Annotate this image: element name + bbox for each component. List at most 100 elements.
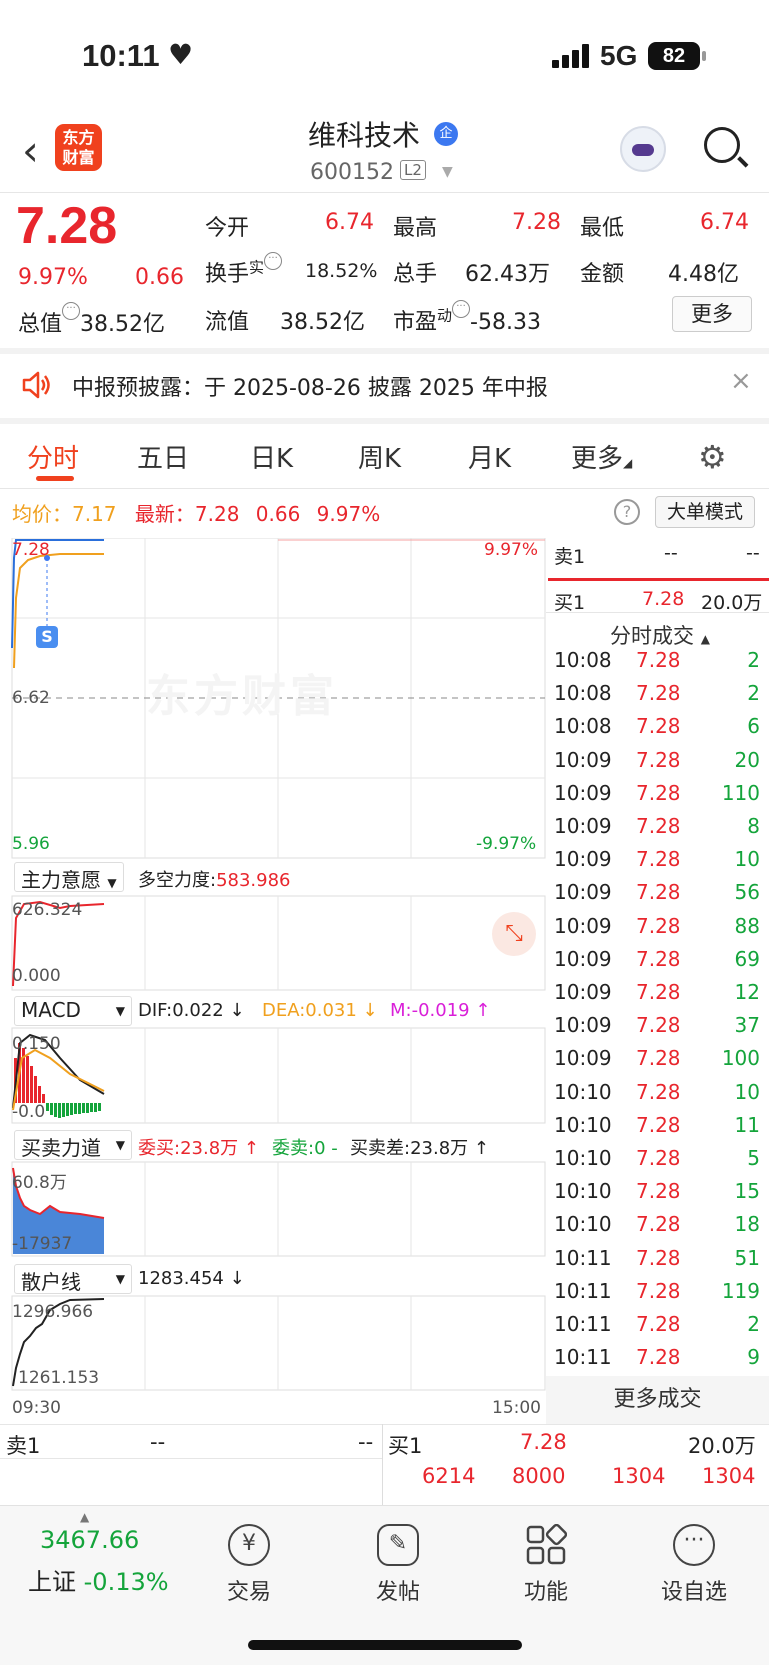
more-dots-icon[interactable]: ···: [452, 300, 471, 318]
book-separator: [382, 1424, 383, 1506]
nav-trade-label: 交易: [226, 1580, 271, 1605]
divider: [0, 1458, 382, 1459]
nav-post[interactable]: ✎ 发帖: [343, 1524, 453, 1606]
trade-time: 10:11: [554, 1345, 612, 1370]
low-value: 6.74: [700, 210, 749, 235]
level2-badge[interactable]: L2: [400, 160, 426, 180]
indicator-selector-buysell[interactable]: 买卖力道 ▼: [14, 1130, 132, 1160]
trade-row: 10:09 7.28 10: [554, 847, 760, 880]
turnover-sup: 实: [249, 258, 265, 277]
expand-icon[interactable]: ⤡: [492, 912, 536, 956]
assistant-robot-icon[interactable]: [620, 126, 666, 172]
search-icon[interactable]: [704, 127, 740, 163]
big-order-mode-button[interactable]: 大单模式: [655, 496, 755, 528]
trade-time: 10:09: [554, 780, 612, 805]
volume-label: 总手: [393, 262, 438, 287]
caret-up-icon: ▲: [700, 632, 710, 646]
main-force-bottom: 0.000: [12, 966, 61, 986]
nav-functions[interactable]: 功能: [491, 1523, 601, 1606]
bottom-sell1-price: --: [150, 1430, 166, 1454]
notice-bar[interactable]: 中报预披露：于 2025-08-26 披露 2025 年中报 ×: [0, 354, 769, 416]
trade-volume: 2: [747, 1312, 760, 1336]
pct-axis-bottom: -9.97%: [476, 834, 537, 854]
trade-price: 7.28: [636, 1112, 681, 1137]
trade-time: 10:08: [554, 648, 612, 672]
amount-label: 金额: [580, 262, 625, 287]
more-dots-icon[interactable]: ···: [264, 252, 283, 270]
trade-volume: 11: [734, 1112, 760, 1137]
bottom-buy1-label: 买1: [388, 1434, 423, 1458]
tab-intraday[interactable]: 分时: [27, 438, 79, 475]
trade-row: 10:11 7.28 2: [554, 1312, 760, 1345]
index-value[interactable]: 3467.66: [40, 1526, 139, 1554]
trade-volume: 20: [734, 747, 760, 772]
divider: [0, 1424, 769, 1425]
trade-time: 10:11: [554, 1245, 612, 1270]
index-row[interactable]: 上证 -0.13%: [28, 1562, 169, 1597]
more-trades-button[interactable]: 更多成交: [546, 1376, 769, 1424]
indicator-selector-macd[interactable]: MACD ▼: [14, 996, 132, 1026]
edit-icon: ✎: [377, 1524, 419, 1566]
caret-up-icon[interactable]: ▲: [80, 1510, 89, 1524]
index-name: 上证: [28, 1568, 76, 1596]
app-logo[interactable]: 东方 财富: [55, 124, 102, 171]
indicator-name: 主力意愿: [21, 868, 101, 892]
status-time: 10:11: [82, 38, 160, 73]
time-axis-start: 09:30: [12, 1398, 61, 1418]
time-axis-end: 15:00: [492, 1398, 541, 1418]
stock-code: 600152: [310, 160, 394, 185]
more-dots-icon[interactable]: ···: [62, 302, 81, 320]
trade-row: 10:09 7.28 100: [554, 1046, 760, 1079]
strategy-marker[interactable]: S: [36, 626, 58, 648]
buysell-sell: 委卖:0 -: [272, 1138, 338, 1159]
trade-time: 10:10: [554, 1146, 612, 1170]
index-change: -0.13%: [83, 1568, 169, 1596]
indicator-selector-retail[interactable]: 散户线 ▼: [14, 1264, 132, 1294]
main-force-top: 626.324: [12, 900, 83, 920]
home-indicator[interactable]: [248, 1640, 522, 1650]
caret-down-icon: ◢: [623, 456, 633, 470]
tab-five-day[interactable]: 五日: [137, 438, 189, 475]
tab-weekly-k[interactable]: 周K: [358, 438, 401, 475]
trade-volume: 2: [747, 681, 760, 706]
trade-price: 7.28: [636, 1278, 681, 1303]
price-axis-top: 7.28: [12, 540, 50, 560]
open-value: 6.74: [325, 210, 374, 235]
turnover-row[interactable]: 换手实···: [205, 252, 283, 288]
tab-monthly-k[interactable]: 月K: [468, 438, 511, 475]
more-quote-button[interactable]: 更多: [672, 296, 752, 332]
side-buy1-price: 7.28: [642, 588, 685, 610]
bottom-order-3: 1304: [702, 1464, 756, 1488]
watermark: 东方财富: [146, 671, 338, 722]
trade-list-title[interactable]: 分时成交 ▲: [610, 620, 710, 650]
nav-functions-label: 功能: [523, 1580, 568, 1605]
close-icon[interactable]: ×: [730, 366, 752, 396]
indicator-selector-main-force[interactable]: 主力意愿 ▼: [14, 862, 124, 892]
trade-row: 10:11 7.28 9: [554, 1345, 760, 1378]
gear-icon[interactable]: ⚙: [698, 438, 727, 476]
nav-trade[interactable]: ¥ 交易: [194, 1524, 304, 1606]
nav-add-watchlist[interactable]: ··· 设自选: [639, 1524, 749, 1606]
trade-row: 10:08 7.28 2: [554, 648, 760, 681]
trade-row: 10:10 7.28 18: [554, 1212, 760, 1245]
bottom-buy1-vol: 20.0万: [688, 1434, 756, 1458]
trade-volume: 110: [721, 780, 760, 805]
back-icon[interactable]: ‹: [22, 126, 39, 175]
trade-time: 10:11: [554, 1278, 612, 1303]
macd-top: 0.150: [12, 1034, 61, 1054]
mktcap-row[interactable]: 总值···38.52亿: [18, 302, 165, 338]
caret-down-icon[interactable]: ▼: [442, 164, 453, 180]
indicator-name: 散户线: [21, 1270, 81, 1294]
help-icon[interactable]: ?: [614, 499, 640, 525]
pe-row[interactable]: 市盈动···-58.33: [393, 300, 541, 336]
trade-row: 10:10 7.28 15: [554, 1179, 760, 1212]
tab-daily-k[interactable]: 日K: [250, 438, 293, 475]
trade-price: 7.28: [636, 1013, 681, 1038]
tab-more[interactable]: 更多◢: [571, 438, 632, 475]
pe-sup: 动: [437, 306, 453, 325]
price-axis-mid: 6.62: [12, 688, 50, 708]
macd-m: M:-0.019 ↑: [390, 1000, 491, 1021]
trade-row: 10:09 7.28 56: [554, 880, 760, 913]
pe-label: 市盈: [393, 310, 438, 335]
heart-icon: ♥: [168, 38, 194, 71]
